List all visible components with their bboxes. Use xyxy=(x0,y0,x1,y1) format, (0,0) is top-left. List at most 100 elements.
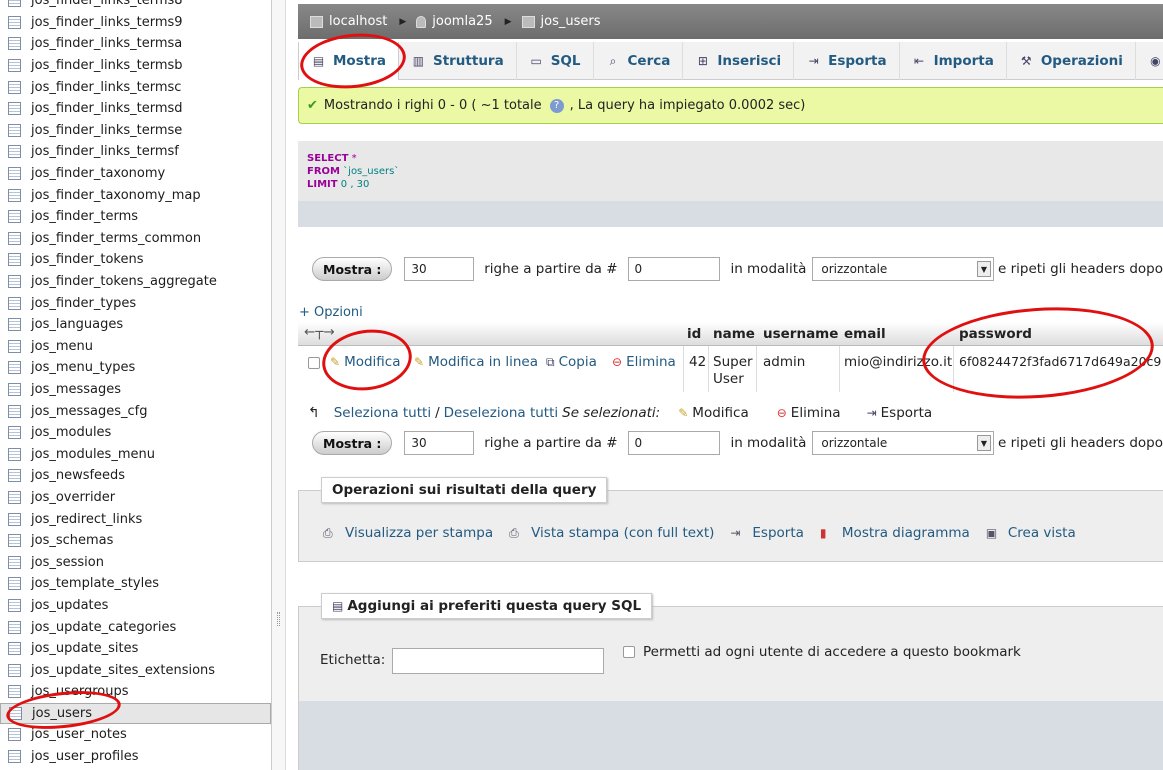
sidebar-item-label[interactable]: jos_users xyxy=(32,706,92,721)
sidebar-item-jos-messages[interactable]: jos_messages xyxy=(0,379,271,401)
table-icon[interactable] xyxy=(8,15,21,29)
sidebar-item-label[interactable]: jos_session xyxy=(31,555,104,570)
table-icon[interactable] xyxy=(8,404,21,418)
sidebar-item-jos-finder-links-terms9[interactable]: jos_finder_links_terms9 xyxy=(0,12,271,34)
sidebar-item-jos-update-sites[interactable]: jos_update_sites xyxy=(0,638,271,660)
table-icon[interactable] xyxy=(8,685,21,699)
table-icon[interactable] xyxy=(8,253,21,267)
tab-cerca[interactable]: ⌕ Cerca xyxy=(594,42,684,80)
breadcrumb-database[interactable]: joomla25 xyxy=(416,14,493,29)
table-icon[interactable] xyxy=(8,447,21,461)
table-icon[interactable] xyxy=(8,469,21,483)
cell-email[interactable]: mio@indirizzo.it xyxy=(844,354,952,370)
deselect-all-link[interactable]: Deseleziona tutti xyxy=(444,405,559,421)
sidebar-item-jos-menu[interactable]: jos_menu xyxy=(0,336,271,358)
table-icon[interactable] xyxy=(8,728,21,742)
print-view-link[interactable]: ⎙ Visualizza per stampa xyxy=(323,525,493,541)
sidebar-item-label[interactable]: jos_finder_links_termse xyxy=(31,123,182,138)
export-link[interactable]: ⇥ Esporta xyxy=(730,525,804,541)
help-icon[interactable]: ? xyxy=(549,98,564,113)
tab-struttura[interactable]: ▥ Struttura xyxy=(399,42,517,80)
sidebar-item-jos-update-sites-extensions[interactable]: jos_update_sites_extensions xyxy=(0,659,271,681)
sidebar-item-jos-finder-taxonomy[interactable]: jos_finder_taxonomy xyxy=(0,163,271,185)
mode-select[interactable]: orizzontale ▼ xyxy=(812,431,994,455)
sidebar-item-jos-modules[interactable]: jos_modules xyxy=(0,422,271,444)
sidebar-item-label[interactable]: jos_finder_terms_common xyxy=(31,231,201,246)
breadcrumb-server[interactable]: localhost xyxy=(310,14,387,29)
cell-password[interactable]: 6f0824472f3fad6717d649a20c9 xyxy=(959,354,1161,369)
column-header-email[interactable]: email xyxy=(844,326,886,342)
table-icon[interactable] xyxy=(8,490,21,504)
options-link[interactable]: + Opzioni xyxy=(299,305,363,320)
sidebar-item-jos-finder-terms-common[interactable]: jos_finder_terms_common xyxy=(0,228,271,250)
sidebar-item-jos-schemas[interactable]: jos_schemas xyxy=(0,530,271,552)
sidebar-item-jos-finder-terms[interactable]: jos_finder_terms xyxy=(0,206,271,228)
table-icon[interactable] xyxy=(8,555,21,569)
sidebar-item-jos-users[interactable]: jos_users xyxy=(0,702,271,725)
table-icon[interactable] xyxy=(8,102,21,116)
sidebar-item-label[interactable]: jos_modules xyxy=(31,425,111,440)
cell-id[interactable]: 42 xyxy=(689,354,706,370)
table-icon[interactable] xyxy=(8,339,21,353)
print-full-link[interactable]: ⎙ Vista stampa (con full text) xyxy=(509,525,714,541)
sidebar-item-jos-modules-menu[interactable]: jos_modules_menu xyxy=(0,443,271,465)
sidebar-item-jos-user-notes[interactable]: jos_user_notes xyxy=(0,724,271,746)
sidebar-item-label[interactable]: jos_finder_tokens_aggregate xyxy=(31,274,217,289)
sidebar-item-label[interactable]: jos_finder_links_termsc xyxy=(31,80,181,95)
mode-select[interactable]: orizzontale ▼ xyxy=(812,257,994,281)
table-icon[interactable] xyxy=(8,534,21,548)
tab-more[interactable]: ◉ xyxy=(1136,42,1163,80)
sidebar-item-jos-template-styles[interactable]: jos_template_styles xyxy=(0,573,271,595)
table-icon[interactable] xyxy=(8,642,21,656)
table-icon[interactable] xyxy=(8,167,21,181)
rows-count-input[interactable]: 30 xyxy=(404,431,475,455)
bulk-export-button[interactable]: ⇥ Esporta xyxy=(867,405,933,421)
sidebar-item-label[interactable]: jos_finder_tokens xyxy=(31,252,144,267)
sidebar-item-label[interactable]: jos_languages xyxy=(31,317,123,332)
panel-splitter[interactable] xyxy=(272,0,286,770)
sidebar-item-jos-usergroups[interactable]: jos_usergroups xyxy=(0,681,271,703)
row-inline-edit-link[interactable]: ✎ Modifica in linea xyxy=(414,354,538,370)
sidebar-item-label[interactable]: jos_user_profiles xyxy=(31,749,139,764)
table-icon[interactable] xyxy=(8,123,21,137)
sidebar-item-jos-redirect-links[interactable]: jos_redirect_links xyxy=(0,508,271,530)
sidebar-item-jos-overrider[interactable]: jos_overrider xyxy=(0,487,271,509)
column-header-name[interactable]: name xyxy=(713,326,755,342)
sidebar-item-label[interactable]: jos_schemas xyxy=(31,533,113,548)
column-header-password[interactable]: password xyxy=(959,326,1032,342)
sidebar-item-jos-finder-tokens-aggregate[interactable]: jos_finder_tokens_aggregate xyxy=(0,271,271,293)
sidebar-item-jos-messages-cfg[interactable]: jos_messages_cfg xyxy=(0,400,271,422)
bulk-delete-button[interactable]: ⊖ Elimina xyxy=(777,405,841,421)
table-icon[interactable] xyxy=(8,318,21,332)
sidebar-item-label[interactable]: jos_finder_links_termsb xyxy=(31,58,183,73)
sidebar-item-jos-updates[interactable]: jos_updates xyxy=(0,595,271,617)
sidebar-item-label[interactable]: jos_menu xyxy=(31,339,93,354)
sidebar-item-label[interactable]: jos_finder_links_termsf xyxy=(31,144,179,159)
sidebar-item-label[interactable]: jos_finder_types xyxy=(31,296,136,311)
table-icon[interactable] xyxy=(8,577,21,591)
sidebar-item-label[interactable]: jos_updates xyxy=(31,598,108,613)
sidebar-item-label[interactable]: jos_finder_links_termsd xyxy=(31,101,183,116)
sidebar-item-label[interactable]: jos_menu_types xyxy=(31,360,135,375)
tab-importa[interactable]: ⇤ Importa xyxy=(900,42,1007,80)
sidebar-item-jos-finder-links-termsb[interactable]: jos_finder_links_termsb xyxy=(0,55,271,77)
cell-username[interactable]: admin xyxy=(763,354,805,370)
start-row-input[interactable]: 0 xyxy=(627,431,721,455)
table-icon[interactable] xyxy=(8,512,21,526)
row-checkbox[interactable] xyxy=(308,357,320,373)
sidebar-item-jos-finder-types[interactable]: jos_finder_types xyxy=(0,292,271,314)
sidebar-item-label[interactable]: jos_messages xyxy=(31,382,121,397)
sidebar-item-jos-menu-types[interactable]: jos_menu_types xyxy=(0,357,271,379)
table-icon[interactable] xyxy=(8,296,21,310)
tab-operazioni[interactable]: ⚒ Operazioni xyxy=(1007,42,1136,80)
sql-query-code[interactable]: SELECT * FROM `jos_users` LIMIT 0 , 30 xyxy=(307,152,399,191)
select-all-link[interactable]: Seleziona tutti xyxy=(334,405,431,421)
sidebar-item-label[interactable]: jos_update_sites xyxy=(31,641,138,656)
table-icon[interactable] xyxy=(8,275,21,289)
sidebar-item-label[interactable]: jos_user_notes xyxy=(31,727,127,742)
table-icon[interactable] xyxy=(8,210,21,224)
sidebar-item-label[interactable]: jos_messages_cfg xyxy=(31,404,148,419)
sidebar-item-label[interactable]: jos_usergroups xyxy=(31,684,129,699)
row-copy-link[interactable]: ⧉ Copia xyxy=(546,354,597,370)
table-icon[interactable] xyxy=(8,145,21,159)
